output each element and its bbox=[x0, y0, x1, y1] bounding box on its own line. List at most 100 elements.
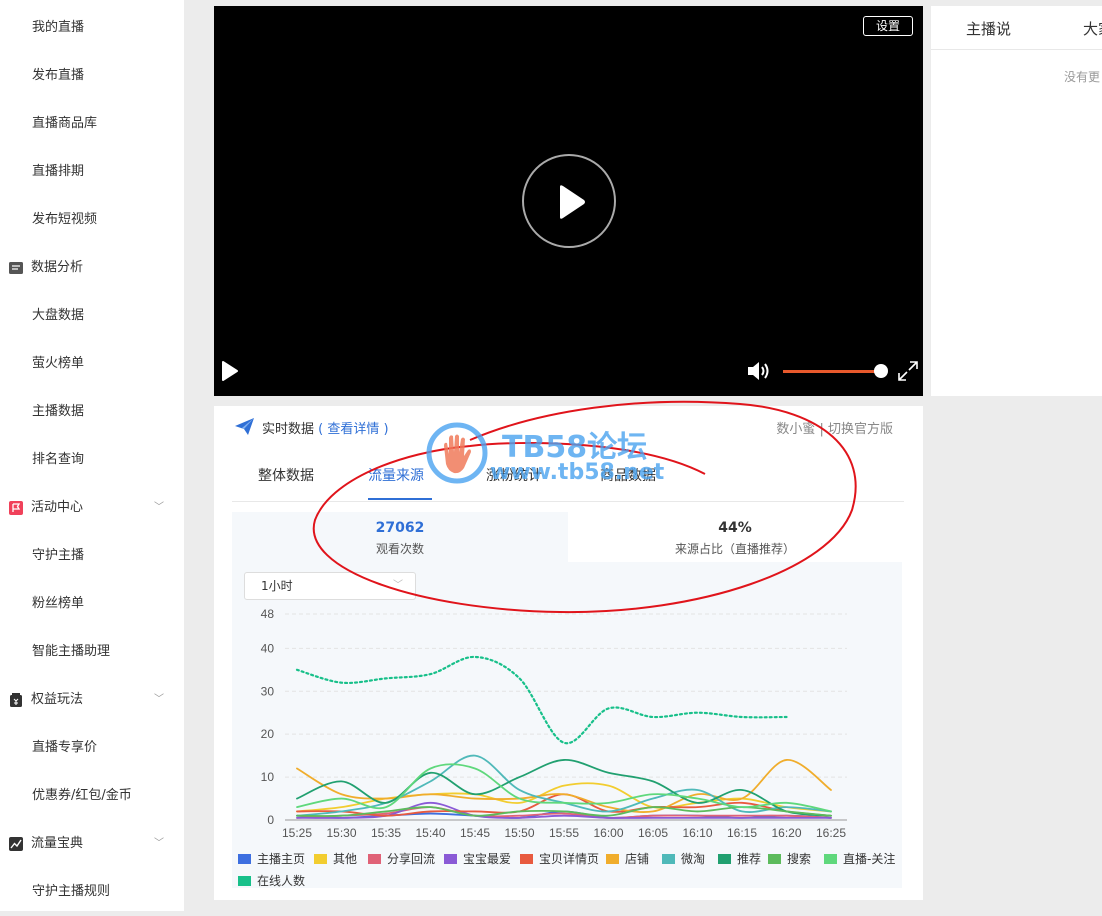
sidebar-item-4[interactable]: 发布短视频 bbox=[0, 196, 184, 244]
sidebar-item-18[interactable]: 守护主播规则 bbox=[0, 868, 184, 916]
sidebar-item-12[interactable]: 粉丝榜单 bbox=[0, 580, 184, 628]
y-tick-label: 20 bbox=[261, 727, 275, 741]
active-tab-indicator bbox=[368, 498, 432, 500]
tab-everyone[interactable]: 大家 bbox=[1083, 18, 1102, 39]
sidebar-item-label: 权益玩法 bbox=[31, 692, 84, 707]
sidebar-item-label: 数据分析 bbox=[31, 260, 84, 275]
video-player[interactable]: 设置 bbox=[214, 6, 923, 396]
legend-swatch-2 bbox=[368, 854, 381, 864]
sidebar-group-17[interactable]: 流量宝典 ﹀ bbox=[0, 820, 184, 868]
sidebar-item-label: 智能主播助理 bbox=[32, 644, 111, 659]
hand-logo-icon bbox=[426, 422, 488, 484]
sidebar-item-label: 直播排期 bbox=[32, 164, 85, 179]
sidebar-item-6[interactable]: 大盘数据 bbox=[0, 292, 184, 340]
sidebar-item-9[interactable]: 排名查询 bbox=[0, 436, 184, 484]
x-tick-label: 15:30 bbox=[326, 826, 356, 840]
sidebar-item-label: 流量宝典 bbox=[31, 836, 84, 851]
x-tick-label: 16:15 bbox=[727, 826, 757, 840]
sidebar-item-label: 发布直播 bbox=[32, 68, 85, 83]
traffic-line-chart: 0 10 20 30 40 48 15:25 15:30 15:35 15:40 15:45 15:5… bbox=[238, 607, 895, 888]
legend-label-0: 主播主页 bbox=[257, 852, 305, 866]
legend-swatch-8 bbox=[768, 854, 781, 864]
legend-label-9: 直播-关注 bbox=[843, 851, 895, 866]
forum-watermark: TB58论坛 www.tb58.net bbox=[420, 418, 680, 488]
chevron-down-icon[interactable]: ﹀ bbox=[154, 484, 164, 532]
legend-swatch-10 bbox=[238, 876, 251, 886]
sidebar-item-0[interactable]: 我的直播 bbox=[0, 4, 184, 52]
sidebar-group-14[interactable]: 权益玩法 ﹀ bbox=[0, 676, 184, 724]
fullscreen-icon[interactable] bbox=[897, 360, 919, 382]
x-tick-label: 15:40 bbox=[415, 826, 445, 840]
sidebar-item-label: 主播数据 bbox=[32, 404, 85, 419]
view-details-link[interactable]: ( 查看详情 ) bbox=[318, 422, 388, 437]
sidebar-item-7[interactable]: 萤火榜单 bbox=[0, 340, 184, 388]
sidebar-item-16[interactable]: 优惠券/红包/金币 bbox=[0, 772, 184, 820]
sidebar-item-2[interactable]: 直播商品库 bbox=[0, 100, 184, 148]
chevron-down-icon[interactable]: ﹀ bbox=[154, 676, 164, 724]
chevron-down-icon: ﹀ bbox=[393, 580, 403, 591]
sidebar-group-10[interactable]: 活动中心 ﹀ bbox=[0, 484, 184, 532]
volume-slider-handle[interactable] bbox=[874, 364, 888, 378]
sidebar-group-5[interactable]: 数据分析 bbox=[0, 244, 184, 292]
time-range-value: 1小时 bbox=[261, 579, 293, 593]
report-icon bbox=[9, 262, 23, 274]
legend-label-5: 店铺 bbox=[625, 852, 649, 866]
sidebar-item-label: 大盘数据 bbox=[32, 308, 85, 323]
volume-icon[interactable] bbox=[746, 359, 772, 383]
x-tick-label: 15:55 bbox=[549, 826, 579, 840]
sidebar-item-label: 直播专享价 bbox=[32, 740, 98, 755]
x-tick-label: 16:25 bbox=[816, 826, 846, 840]
panel-title: 实时数据 ( 查看详情 ) bbox=[262, 418, 389, 437]
time-range-select[interactable]: 1小时 ﹀ bbox=[244, 572, 416, 600]
play-big-icon[interactable] bbox=[522, 154, 616, 248]
x-tick-label: 15:45 bbox=[460, 826, 490, 840]
right-panel-tabs: 主播说 大家 bbox=[931, 6, 1102, 50]
trend-icon bbox=[9, 837, 23, 851]
series-line-10 bbox=[295, 655, 788, 745]
sidebar-item-label: 直播商品库 bbox=[32, 116, 98, 131]
sidebar-item-label: 活动中心 bbox=[31, 500, 84, 515]
sidebar-item-3[interactable]: 直播排期 bbox=[0, 148, 184, 196]
x-tick-label: 16:10 bbox=[682, 826, 712, 840]
legend-label-8: 搜索 bbox=[787, 851, 811, 866]
right-panel: 主播说 大家 没有更 bbox=[931, 6, 1102, 396]
legend-label-1: 其他 bbox=[333, 852, 357, 866]
tab-traffic-source[interactable]: 流量来源 bbox=[368, 465, 424, 485]
y-tick-label: 10 bbox=[261, 770, 275, 784]
sidebar-item-label: 守护主播 bbox=[32, 548, 85, 563]
legend-swatch-4 bbox=[520, 854, 533, 864]
panel-right-links[interactable]: 数小蜜 | 切换官方版 bbox=[776, 418, 893, 437]
y-tick-label: 48 bbox=[261, 607, 275, 621]
x-tick-label: 16:05 bbox=[638, 826, 668, 840]
x-tick-label: 16:20 bbox=[771, 826, 801, 840]
legend-label-7: 推荐 bbox=[737, 852, 761, 866]
x-tick-label: 15:50 bbox=[504, 826, 534, 840]
sidebar-item-11[interactable]: 守护主播 bbox=[0, 532, 184, 580]
sidebar-item-8[interactable]: 主播数据 bbox=[0, 388, 184, 436]
x-tick-label: 15:25 bbox=[282, 826, 312, 840]
legend-swatch-6 bbox=[662, 854, 675, 864]
sidebar-item-label: 发布短视频 bbox=[32, 212, 98, 227]
y-tick-label: 40 bbox=[261, 641, 275, 655]
legend-label-2: 分享回流 bbox=[387, 851, 435, 866]
legend-label-3: 宝宝最爱 bbox=[463, 852, 511, 866]
sidebar-item-label: 粉丝榜单 bbox=[32, 596, 85, 611]
sidebar-item-15[interactable]: 直播专享价 bbox=[0, 724, 184, 772]
sidebar-item-1[interactable]: 发布直播 bbox=[0, 52, 184, 100]
tab-anchor-says[interactable]: 主播说 bbox=[966, 18, 1011, 39]
flag-icon bbox=[9, 501, 23, 515]
sidebar-item-label: 我的直播 bbox=[32, 20, 85, 35]
legend-swatch-1 bbox=[314, 854, 327, 864]
chart-area: 27062 观看次数 44% 来源占比（直播推荐） 0 10 20 30 40 48 15:… bbox=[232, 512, 902, 888]
legend-label-6: 微淘 bbox=[681, 852, 705, 866]
settings-button[interactable]: 设置 bbox=[863, 16, 913, 36]
sidebar-item-13[interactable]: 智能主播助理 bbox=[0, 628, 184, 676]
tab-overall-data[interactable]: 整体数据 bbox=[258, 465, 314, 485]
watermark-line2: www.tb58.net bbox=[490, 460, 665, 485]
chevron-down-icon[interactable]: ﹀ bbox=[154, 820, 164, 868]
legend-swatch-5 bbox=[606, 854, 619, 864]
sidebar-item-label: 守护主播规则 bbox=[32, 884, 111, 899]
volume-slider[interactable] bbox=[783, 370, 881, 373]
gift-icon bbox=[10, 693, 22, 707]
play-icon[interactable] bbox=[220, 360, 240, 382]
